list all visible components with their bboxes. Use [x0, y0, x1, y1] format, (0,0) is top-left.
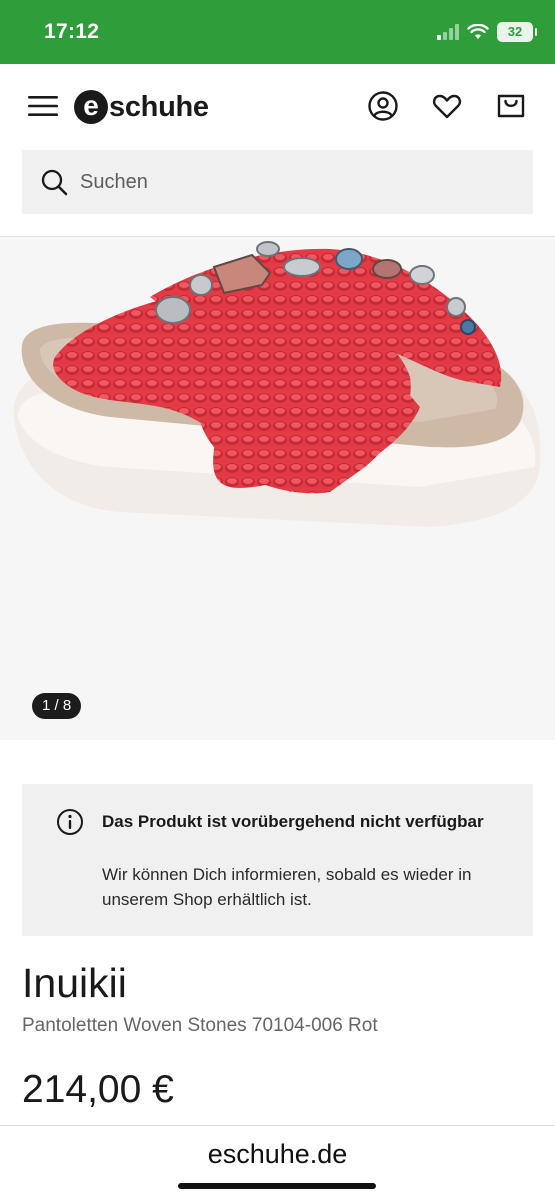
info-icon [57, 809, 83, 835]
product-gallery[interactable]: 1 / 8 [0, 237, 555, 740]
search-bar[interactable] [22, 150, 533, 214]
search-icon [41, 169, 68, 196]
search-input[interactable] [80, 170, 480, 194]
heart-icon[interactable] [431, 90, 463, 122]
logo-mark: e [74, 90, 108, 124]
menu-icon[interactable] [28, 94, 58, 118]
home-indicator[interactable] [178, 1183, 376, 1189]
notice-title: Das Produkt ist vorübergehend nicht verf… [102, 812, 484, 831]
url-text[interactable]: eschuhe.de [0, 1139, 555, 1170]
product-price: 214,00 € [22, 1068, 174, 1111]
product-image [13, 241, 541, 527]
image-counter: 1 / 8 [32, 693, 82, 719]
cart-icon[interactable] [495, 90, 527, 122]
account-icon[interactable] [367, 90, 399, 122]
site-header: e schuhe [0, 64, 555, 150]
availability-notice: Das Produkt ist vorübergehend nicht verf… [22, 784, 533, 936]
battery-icon: 32 [497, 22, 537, 42]
signal-icon [437, 24, 459, 40]
wifi-icon [467, 24, 489, 39]
status-bar: 17:12 32 [0, 0, 555, 64]
status-icons: 32 [437, 22, 537, 42]
browser-url-bar[interactable]: eschuhe.de [0, 1125, 555, 1200]
status-time: 17:12 [44, 20, 100, 43]
logo-text: schuhe [109, 90, 209, 123]
product-name: Pantoletten Woven Stones 70104-006 Rot [22, 1015, 378, 1036]
product-brand[interactable]: Inuikii [22, 960, 127, 1007]
eschuhe-logo[interactable]: e schuhe [74, 88, 209, 126]
notice-body: Wir können Dich informieren, sobald es w… [102, 865, 472, 909]
